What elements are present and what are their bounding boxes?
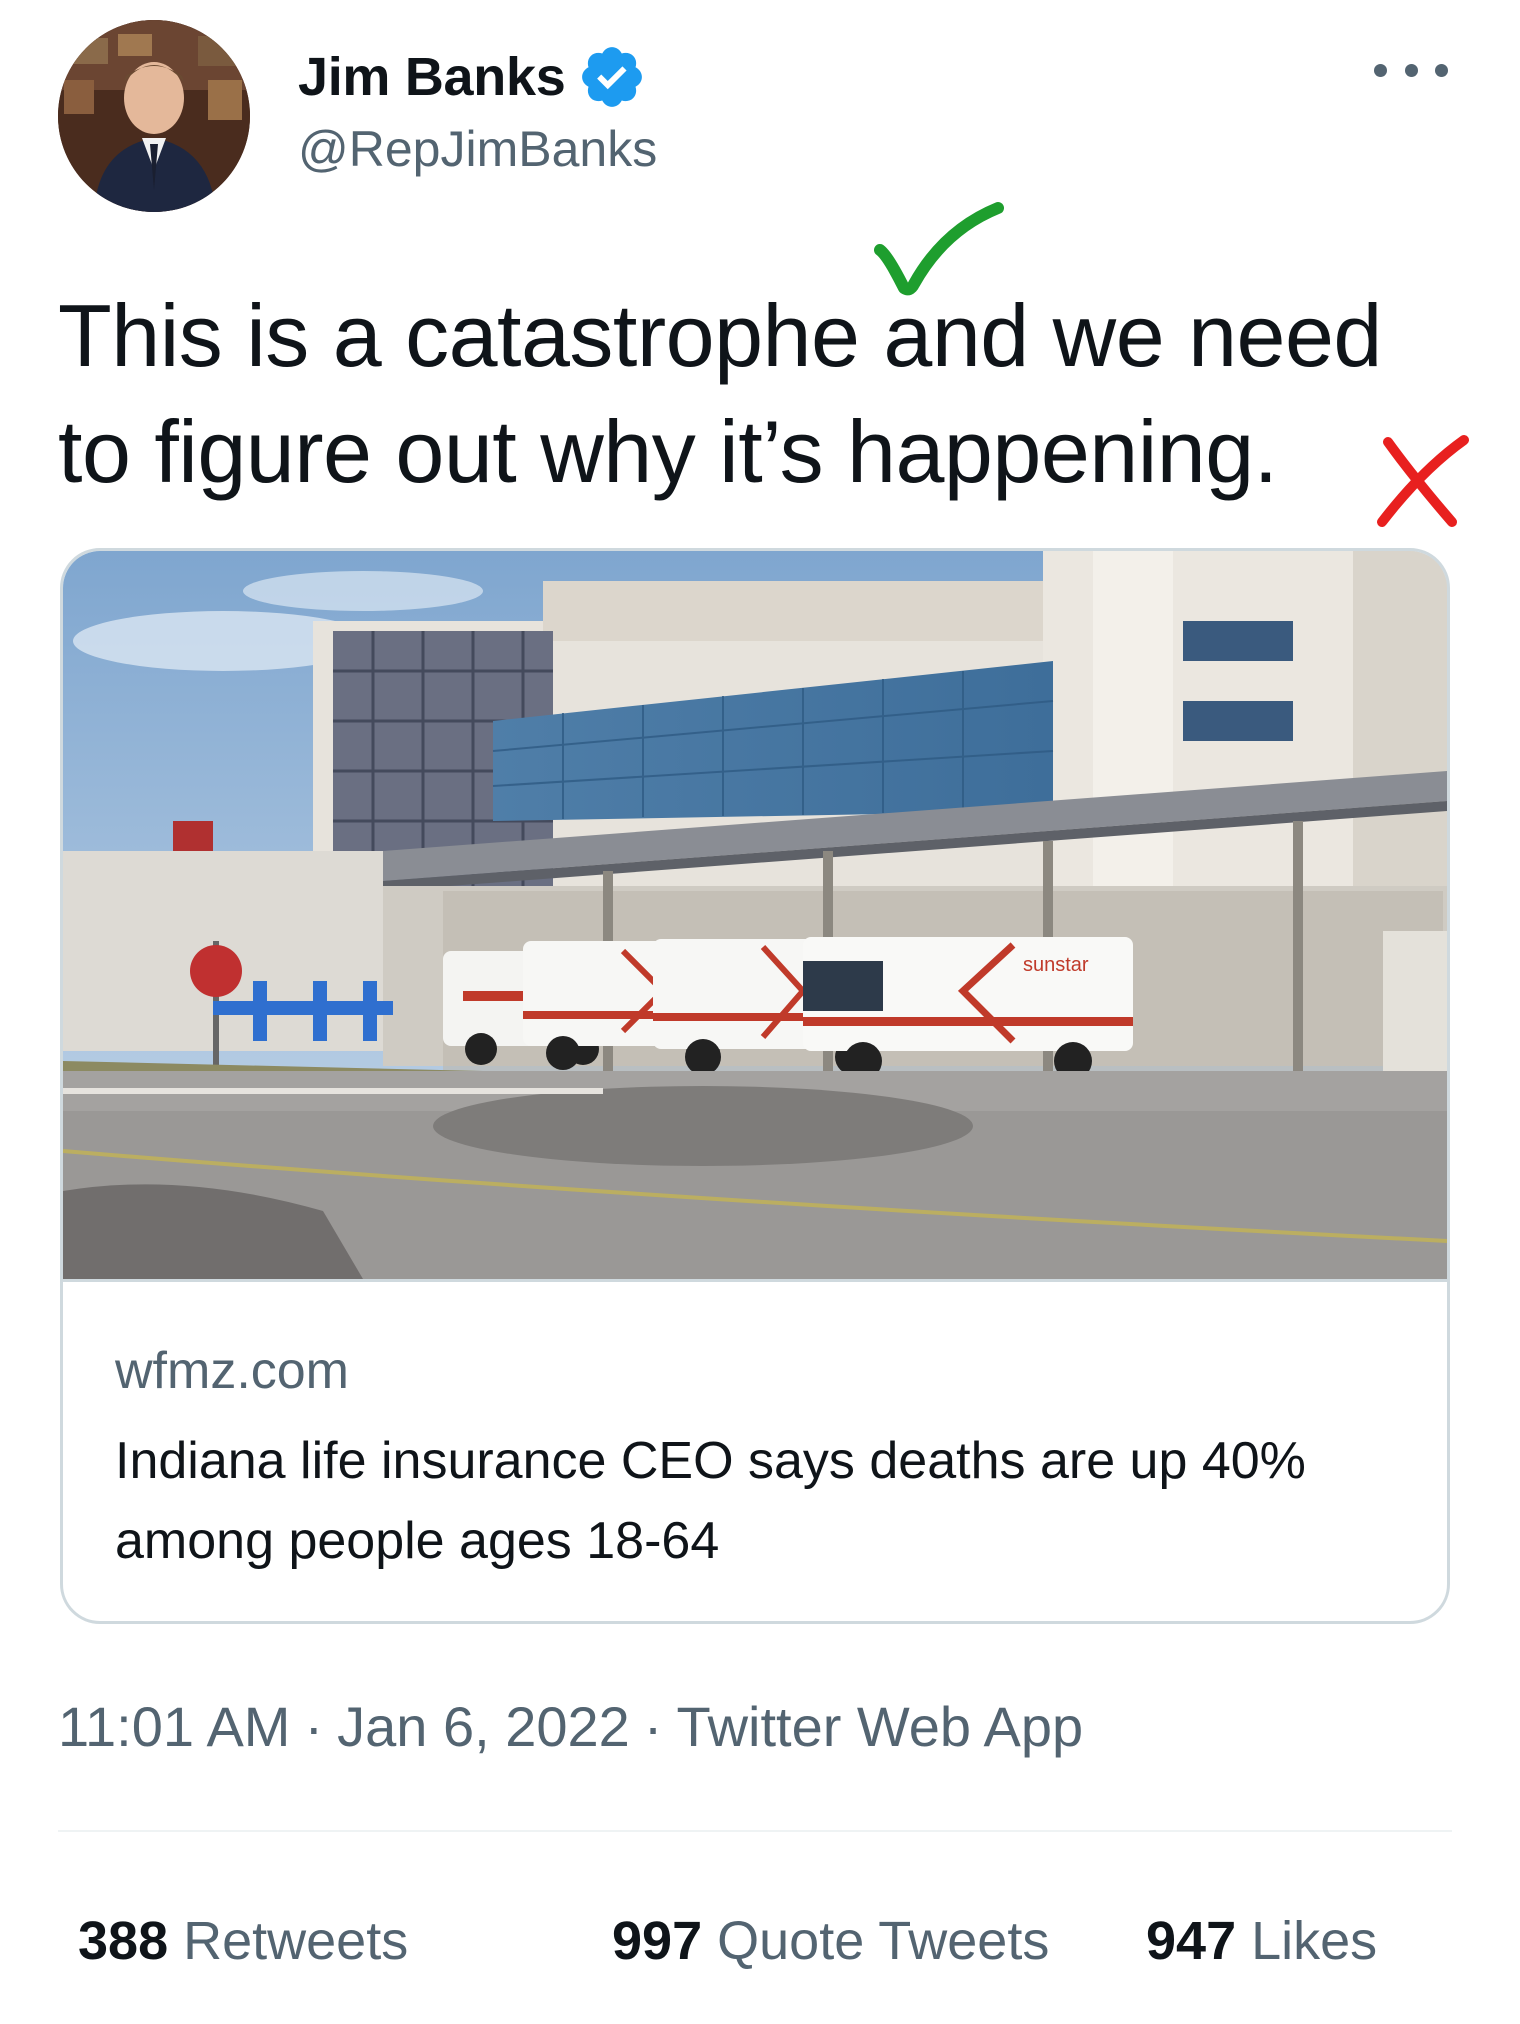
divider [58,1830,1452,1832]
meta-separator: · [304,1695,324,1758]
dot [1404,63,1418,77]
quote-tweets-stat[interactable]: 997 Quote Tweets [612,1910,1146,1972]
quote-tweets-label: Quote Tweets [717,1911,1050,1971]
dot [1374,63,1387,77]
tweet-source[interactable]: Twitter Web App [676,1695,1083,1758]
meta-separator: · [643,1695,663,1758]
tweet-date[interactable]: Jan 6, 2022 [337,1695,630,1758]
retweets-count: 388 [78,1911,169,1971]
author-handle[interactable]: @RepJimBanks [298,120,657,178]
dot [1435,63,1448,77]
tweet-stats: 388 Retweets 997 Quote Tweets 947 Likes [78,1910,1446,1972]
retweets-label: Retweets [183,1911,409,1971]
verified-badge-icon [577,42,647,112]
link-card-domain: wfmz.com [115,1342,349,1400]
more-horizontal-icon[interactable] [1374,50,1448,90]
quote-tweets-count: 997 [612,1911,703,1971]
link-card-title: Indiana life insurance CEO says deaths a… [115,1432,1306,1570]
tweet-text: This is a catastrophe and we need to fig… [58,286,1382,501]
red-x-annotation [1377,435,1469,527]
likes-count: 947 [1146,1911,1237,1971]
link-card[interactable]: sunstar wfmz.com Indiana life insurance … [60,548,1450,1624]
link-card-image[interactable]: sunstar [63,551,1447,1282]
tweet: Jim Banks @RepJimBanks This is a catastr… [0,0,1520,2024]
likes-label: Likes [1251,1911,1378,1971]
author-name-row[interactable]: Jim Banks [298,42,647,112]
likes-stat[interactable]: 947 Likes [1146,1910,1446,1972]
avatar[interactable] [58,20,250,212]
author-display-name[interactable]: Jim Banks [298,46,566,108]
tweet-time[interactable]: 11:01 AM [58,1695,290,1758]
ambulance-sign-text: sunstar [1023,954,1089,976]
retweets-stat[interactable]: 388 Retweets [78,1910,534,1972]
tweet-meta: 11:01 AM · Jan 6, 2022 · Twitter Web App [58,1694,1083,1759]
